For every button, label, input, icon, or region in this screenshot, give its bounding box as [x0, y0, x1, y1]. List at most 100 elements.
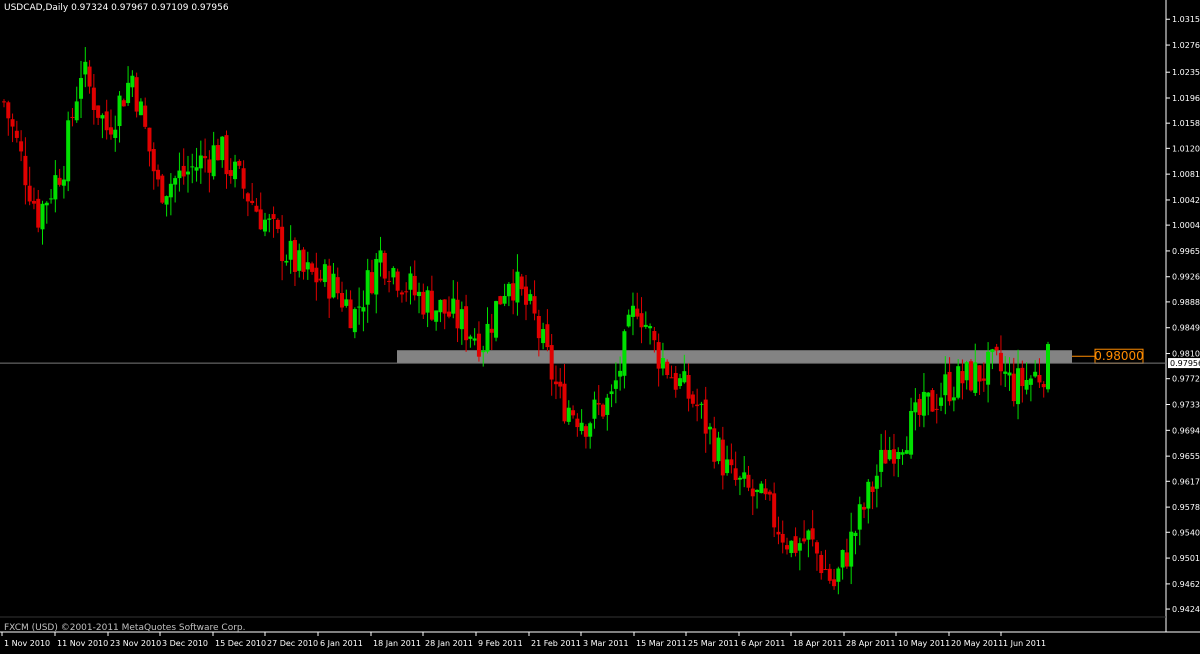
symbol-info: USDCAD,Daily 0.97324 0.97967 0.97109 0.9…	[4, 3, 229, 13]
candle-body	[241, 168, 246, 189]
price-tick-label: 0.99650	[1172, 247, 1200, 256]
candle-body	[977, 365, 982, 382]
candle-body	[87, 66, 92, 87]
candle-body	[896, 451, 901, 460]
time-tick-label: 1 Nov 2010	[4, 639, 50, 648]
candle-body	[417, 291, 422, 297]
candle-body	[391, 268, 396, 278]
candle-body	[412, 275, 417, 296]
candle-body	[763, 488, 768, 495]
candle-body	[143, 105, 148, 127]
candle-body	[913, 402, 918, 413]
candle-body	[793, 536, 798, 553]
candle-body	[506, 283, 511, 297]
candle-body	[173, 178, 178, 185]
candle-body	[331, 273, 336, 298]
price-tick-label: 0.97330	[1172, 401, 1200, 410]
time-tick-label: 6 Apr 2011	[741, 639, 785, 648]
time-tick-label: 3 Dec 2010	[162, 639, 208, 648]
candle-body	[185, 171, 190, 175]
candle-body	[121, 100, 126, 107]
candle-body	[669, 377, 674, 379]
price-tick-label: 0.95010	[1172, 554, 1200, 563]
time-tick-label: 27 Dec 2010	[267, 639, 318, 648]
candle-body	[549, 345, 554, 380]
candle-body	[1041, 384, 1046, 388]
candle-body	[177, 170, 182, 179]
current-price-label: 0.97956	[1170, 359, 1200, 368]
candle-body	[348, 299, 353, 329]
candle-body	[429, 290, 434, 320]
candle-body	[1028, 378, 1033, 385]
price-tick-label: 1.00810	[1172, 170, 1200, 179]
time-tick-label: 15 Mar 2011	[636, 639, 687, 648]
candle-body	[395, 271, 400, 291]
candle-body	[446, 311, 451, 317]
candle-body	[1046, 344, 1050, 390]
candle-body	[151, 149, 156, 172]
candle-body	[314, 267, 319, 283]
candle-body	[943, 374, 948, 396]
candle-body	[712, 428, 717, 462]
candle-body	[939, 397, 944, 406]
candle-body	[502, 295, 507, 304]
price-chart[interactable]: 0.98000 1.03150 1.02760 1.02350 1.01960 1.01…	[0, 0, 1200, 650]
candle-body	[49, 198, 54, 200]
candle-body	[652, 331, 657, 341]
candle-body	[862, 506, 867, 510]
candle-body	[130, 75, 135, 88]
candle-body	[883, 449, 888, 464]
candle-body	[1003, 371, 1008, 374]
candle-body	[44, 202, 49, 206]
candle-body	[228, 170, 233, 176]
candle-body	[425, 290, 430, 313]
candle-body	[113, 129, 118, 138]
candle-body	[891, 449, 896, 464]
candle-body	[844, 552, 849, 567]
candle-body	[917, 398, 922, 415]
candle-body	[36, 198, 41, 228]
time-tick-label: 21 Feb 2011	[531, 639, 581, 648]
candle-body	[399, 292, 404, 295]
candle-body	[678, 378, 683, 387]
price-tick-label: 0.96170	[1172, 477, 1200, 486]
candle-body	[108, 127, 113, 135]
candle-body	[310, 263, 315, 272]
candle-body	[926, 392, 931, 397]
candle-body	[335, 277, 340, 294]
candle-body	[733, 468, 738, 480]
time-tick-label: 23 Nov 2010	[110, 639, 161, 648]
candle-body	[951, 397, 956, 401]
candle-body	[301, 249, 306, 272]
candle-body	[258, 209, 263, 230]
candle-body	[476, 333, 481, 357]
candle-body	[853, 532, 858, 537]
candle-body	[126, 82, 131, 104]
time-tick-label: 3 Mar 2011	[583, 639, 629, 648]
candle-body	[344, 299, 349, 306]
candle-body	[737, 477, 742, 480]
price-tick-label: 1.01960	[1172, 94, 1200, 103]
candle-body	[96, 105, 101, 118]
candle-body	[455, 299, 460, 329]
time-tick-label: 18 Apr 2011	[793, 639, 842, 648]
candle-body	[870, 486, 875, 492]
candle-body	[814, 542, 819, 554]
candle-body	[742, 472, 747, 479]
candle-body	[665, 361, 670, 375]
candle-body	[806, 530, 811, 540]
candle-body	[6, 102, 11, 119]
price-tick-label: 1.03150	[1172, 15, 1200, 24]
candle-body	[648, 326, 653, 329]
candle-body	[382, 252, 387, 279]
candle-body	[271, 214, 276, 220]
candle-body	[245, 193, 250, 202]
candle-body	[879, 449, 884, 472]
candle-body	[438, 299, 443, 313]
candle-body	[207, 159, 212, 173]
price-tick-label: 0.98880	[1172, 298, 1200, 307]
candle-body	[566, 407, 571, 422]
candle-body	[810, 528, 815, 540]
candle-body	[280, 226, 285, 262]
candle-body	[571, 410, 576, 416]
